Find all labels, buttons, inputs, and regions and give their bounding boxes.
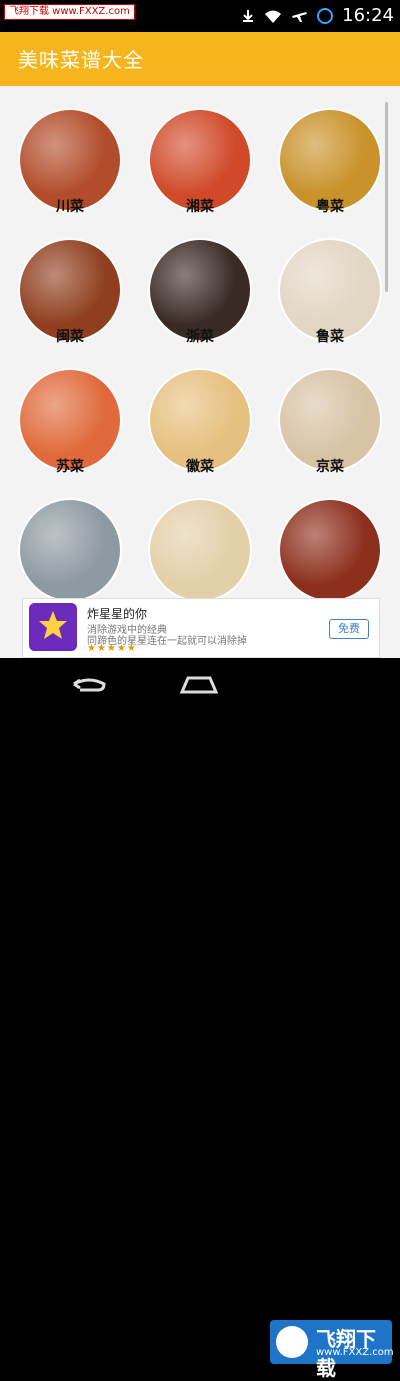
category-item[interactable]: 徽菜 [150, 370, 250, 490]
app-title: 美味菜谱大全 [18, 48, 144, 72]
category-item[interactable]: 闽菜 [20, 240, 120, 360]
status-bar: 飞翔下载 www.FXXZ.com 16:24 [0, 0, 400, 32]
category-label: 湘菜 [186, 199, 214, 215]
ad-game-icon [29, 603, 77, 651]
dish-image [280, 370, 380, 470]
category-label: 粤菜 [316, 199, 344, 215]
category-item[interactable]: 鲁菜 [280, 240, 380, 360]
back-icon[interactable] [68, 674, 110, 694]
ad-rating-stars: ★★★★★ [87, 643, 137, 654]
dish-image [20, 370, 120, 470]
category-item[interactable]: 京菜 [280, 370, 380, 490]
clock: 16:24 [342, 5, 394, 26]
category-item[interactable]: 粤菜 [280, 110, 380, 230]
dish-image [20, 500, 120, 600]
category-item[interactable]: 浙菜 [150, 240, 250, 360]
home-icon[interactable] [178, 672, 220, 696]
airplane-icon [292, 11, 308, 22]
category-item[interactable]: 苏菜 [20, 370, 120, 490]
download-icon [243, 9, 254, 22]
category-label: 川菜 [56, 199, 84, 215]
app-bar: 美味菜谱大全 [0, 32, 400, 86]
category-item[interactable]: 湘菜 [150, 110, 250, 230]
scrollbar[interactable] [385, 102, 388, 292]
watermark-top: 飞翔下载 www.FXXZ.com [4, 4, 135, 20]
category-grid: 川菜 湘菜 粤菜闽菜 浙菜 鲁菜苏菜 徽菜 京菜 [0, 86, 400, 658]
category-label: 鲁菜 [316, 329, 344, 345]
dish-image [20, 110, 120, 210]
dish-image [150, 370, 250, 470]
category-label: 徽菜 [186, 459, 214, 475]
sync-icon [317, 7, 334, 24]
ad-free-button[interactable]: 免费 [329, 619, 369, 639]
watermark-logo-icon [276, 1326, 308, 1358]
watermark-bottom-url: www.FXXZ.com [316, 1347, 394, 1358]
dish-image [150, 110, 250, 210]
category-label: 京菜 [316, 459, 344, 475]
dish-image [150, 240, 250, 340]
dish-image [20, 240, 120, 340]
dish-image [280, 240, 380, 340]
navigation-bar: 飞翔下载 www.FXXZ.com [0, 658, 400, 1380]
category-item[interactable]: 川菜 [20, 110, 120, 230]
category-label: 苏菜 [56, 459, 84, 475]
dish-image [150, 500, 250, 600]
dish-image [280, 500, 380, 600]
ad-banner[interactable]: 炸星星的你 消除游戏中的经典 同蹄色的星星连在一起就可以消除掉 ★★★★★ 免费 [22, 598, 380, 658]
ad-title: 炸星星的你 [87, 607, 148, 621]
wifi-icon [265, 10, 282, 23]
watermark-bottom: 飞翔下载 www.FXXZ.com [270, 1320, 394, 1380]
category-label: 浙菜 [186, 329, 214, 345]
dish-image [280, 110, 380, 210]
status-icons: 16:24 [240, 5, 394, 26]
category-label: 闽菜 [56, 329, 84, 345]
